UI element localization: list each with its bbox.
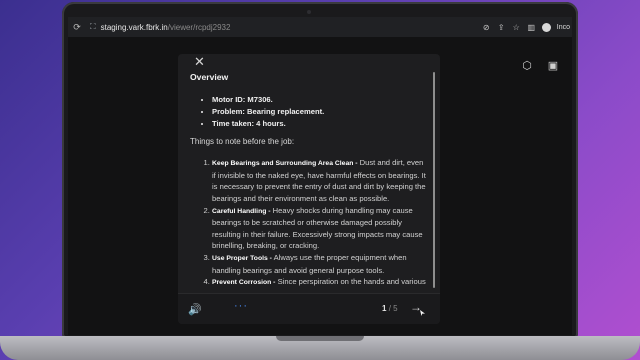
note-item: Prevent Corrosion - Since perspiration o… [212, 276, 428, 289]
sidebar-icon[interactable]: ▥ [527, 23, 536, 32]
section-heading: Overview [190, 72, 229, 82]
speaker-icon[interactable]: 🔊 [188, 303, 202, 316]
total-pages: 5 [393, 304, 398, 313]
note-title: Careful Handling - [212, 207, 271, 215]
next-arrow-icon[interactable]: → [410, 300, 422, 314]
reload-icon[interactable]: ⟳ [68, 22, 86, 33]
list-item: Motor ID: M7306. [212, 94, 428, 106]
browser-actions: ⊘ ⇪ ☆ ▥ Inco [482, 17, 572, 37]
image-icon[interactable]: ▣ [546, 59, 560, 73]
avatar[interactable] [541, 22, 551, 32]
laptop-notch [276, 336, 364, 341]
list-item: Problem: Bearing replacement. [212, 106, 428, 118]
close-icon[interactable]: ✕ [194, 55, 205, 69]
notes-list: Keep Bearings and Surrounding Area Clean… [190, 157, 428, 289]
overview-list: Motor ID: M7306. Problem: Bearing replac… [190, 94, 428, 130]
eye-off-icon[interactable]: ⊘ [482, 23, 491, 32]
screen: ⟳ ⛶ staging.vark.fbrk.in/viewer/rcpdj293… [68, 17, 572, 335]
address-bar[interactable]: staging.vark.fbrk.in/viewer/rcpdj2932 [101, 23, 231, 32]
modal-footer: 🔊 ··· 1 / 5 → [178, 293, 440, 324]
viewer-tools: ⬡ ▣ [520, 59, 560, 73]
scrollbar[interactable] [433, 72, 435, 288]
note-title: Keep Bearings and Surrounding Area Clean… [212, 160, 358, 168]
note-item: Keep Bearings and Surrounding Area Clean… [212, 157, 428, 204]
more-icon[interactable]: ··· [234, 300, 248, 312]
instruction-content: Overview Motor ID: M7306. Problem: Beari… [190, 72, 428, 289]
notes-intro: Things to note before the job: [190, 136, 295, 146]
mouse-cursor [420, 310, 425, 316]
note-item: Careful Handling - Heavy shocks during h… [212, 205, 428, 252]
note-title: Prevent Corrosion - [212, 279, 276, 287]
site-info-icon[interactable]: ⛶ [90, 22, 96, 32]
browser-toolbar: ⟳ ⛶ staging.vark.fbrk.in/viewer/rcpdj293… [68, 17, 572, 37]
profile-label[interactable]: Inco [557, 24, 570, 31]
instruction-modal: ✕ Overview Motor ID: M7306. Problem: Bea… [178, 54, 440, 324]
page-separator: / [388, 304, 391, 313]
url-host: staging.vark.fbrk.in [100, 22, 168, 32]
cube-icon[interactable]: ⬡ [520, 59, 534, 73]
viewer-page: ⬡ ▣ ✕ Overview Motor ID: M7306. Problem:… [68, 37, 572, 335]
note-text: Since perspiration on the hands and vari… [275, 277, 426, 287]
url-path: /viewer/rcpdj2932 [167, 22, 231, 32]
note-title: Use Proper Tools - [212, 254, 272, 262]
note-item: Use Proper Tools - Always use the proper… [212, 252, 428, 276]
page-indicator: 1 / 5 [382, 304, 398, 313]
star-icon[interactable]: ☆ [512, 23, 521, 32]
list-item: Time taken: 4 hours. [212, 118, 428, 130]
camera [307, 10, 311, 14]
share-icon[interactable]: ⇪ [497, 23, 506, 32]
